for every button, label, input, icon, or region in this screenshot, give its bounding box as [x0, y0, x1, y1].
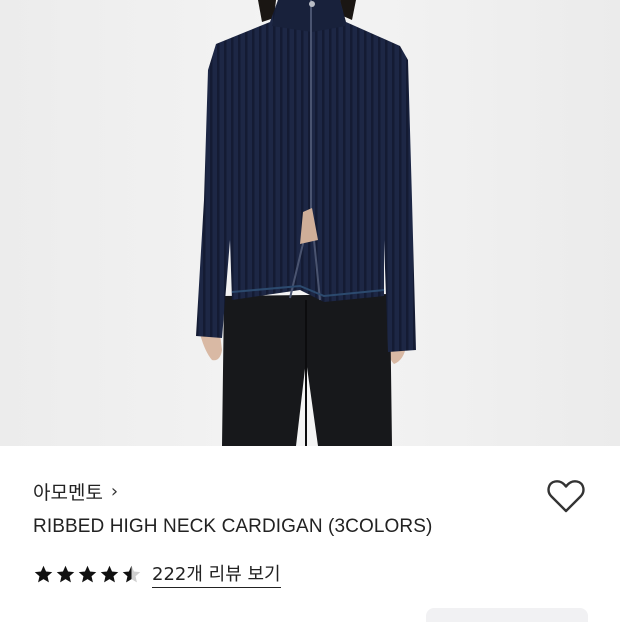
product-image[interactable]: [0, 0, 620, 446]
star-icon: [56, 565, 75, 582]
chevron-right-icon: ›: [110, 481, 119, 502]
wishlist-button[interactable]: [545, 476, 587, 516]
brand-name: 아모멘토: [33, 482, 103, 504]
star-rating: [33, 564, 142, 585]
heart-outline-icon: [547, 480, 585, 513]
star-icon: [78, 565, 97, 582]
product-photo: [0, 0, 620, 446]
rating-row: 222개 리뷰 보기: [33, 560, 281, 588]
brand-link[interactable]: 아모멘토 ›: [33, 478, 118, 505]
review-count-link[interactable]: 222개 리뷰 보기: [152, 560, 281, 588]
star-icon: [34, 565, 53, 582]
star-icon: [100, 565, 119, 582]
star-half-icon: [122, 565, 141, 582]
product-name: RIBBED HIGH NECK CARDIGAN (3COLORS): [33, 516, 433, 537]
